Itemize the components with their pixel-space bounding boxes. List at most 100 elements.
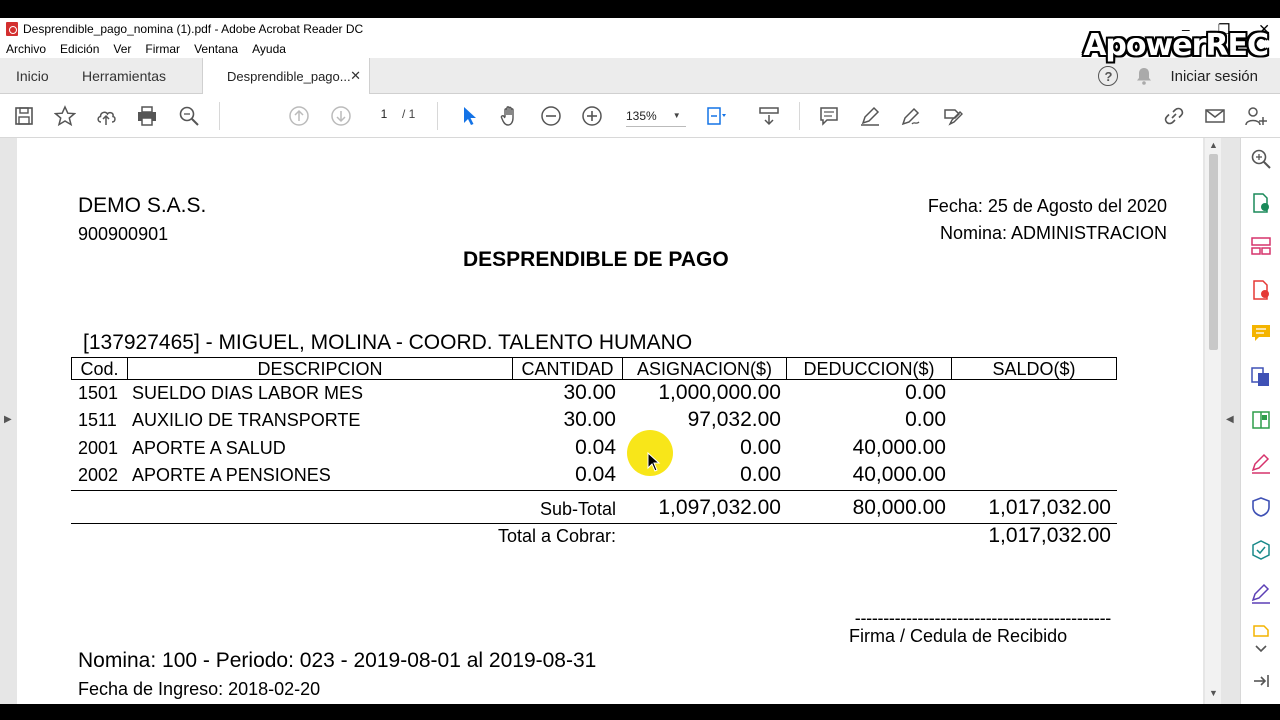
tools-pane: [1240, 138, 1280, 704]
zoom-in-icon[interactable]: [580, 104, 604, 128]
menu-archivo[interactable]: Archivo: [6, 42, 46, 56]
chevron-down-icon[interactable]: [1250, 638, 1272, 660]
row-4-qty: 0.04: [575, 463, 616, 486]
sign-in-link[interactable]: Iniciar sesión: [1170, 68, 1258, 85]
next-page-icon[interactable]: [329, 104, 353, 128]
add-user-icon[interactable]: [1244, 104, 1268, 128]
tab-home[interactable]: Inicio: [16, 58, 49, 94]
fill-sign-pane-icon[interactable]: [1250, 453, 1272, 475]
select-cursor-icon[interactable]: [457, 104, 481, 128]
tab-document-label: Desprendible_pago...: [227, 69, 351, 84]
issue-date: Fecha: 25 de Agosto del 2020: [927, 196, 1167, 216]
hand-tool-icon[interactable]: [498, 104, 522, 128]
row-4-desc: APORTE A PENSIONES: [132, 465, 331, 485]
subtotal-saldo: 1,017,032.00: [988, 496, 1111, 519]
pdf-page: DEMO S.A.S. 900900901 Fecha: 25 de Agost…: [17, 138, 1203, 704]
search-zoom-icon[interactable]: [1250, 148, 1272, 170]
scroll-up-icon[interactable]: ▲: [1209, 140, 1218, 150]
row-3-ded: 40,000.00: [852, 436, 946, 459]
window-title: Desprendible_pago_nomina (1).pdf - Adobe…: [23, 22, 364, 36]
save-icon[interactable]: [12, 104, 36, 128]
document-viewport[interactable]: ▶ DEMO S.A.S. 900900901 Fecha: 25 de Ago…: [0, 138, 1240, 704]
row-1-ded: 0.00: [905, 381, 946, 404]
signature-label: Firma / Cedula de Recibido: [849, 626, 1068, 646]
close-tab-icon[interactable]: ✕: [350, 68, 361, 84]
company-name: DEMO S.A.S.: [78, 194, 207, 217]
payroll-name: Nomina: ADMINISTRACION: [939, 223, 1167, 243]
payroll-period: Nomina: 100 - Periodo: 023 - 2019-08-01 …: [78, 649, 597, 672]
fill-sign-icon[interactable]: [941, 104, 965, 128]
total-value: 1,017,032.00: [988, 524, 1111, 547]
send-track-icon[interactable]: [1250, 539, 1272, 561]
rows-bottom-rule: [71, 490, 1117, 491]
page-total: / 1: [402, 107, 416, 121]
scroll-down-icon[interactable]: ▼: [1209, 688, 1218, 698]
menu-edicion[interactable]: Edición: [60, 42, 99, 56]
sign-icon[interactable]: [899, 104, 923, 128]
comment-pane-icon[interactable]: [1250, 322, 1272, 344]
tab-document[interactable]: Desprendible_pago... ✕: [202, 58, 370, 95]
row-4-ded: 40,000.00: [852, 463, 946, 486]
subtotal-label: Sub-Total: [539, 499, 616, 519]
bottom-black-band: [0, 704, 1280, 720]
create-pdf-icon[interactable]: [1250, 279, 1272, 301]
menu-ventana[interactable]: Ventana: [194, 42, 238, 56]
acrobat-window: Desprendible_pago_nomina (1).pdf - Adobe…: [0, 0, 1280, 720]
email-icon[interactable]: [1203, 104, 1227, 128]
fit-page-icon[interactable]: [704, 104, 728, 128]
subtotal-deduccion: 80,000.00: [852, 496, 946, 519]
document-title: DESPRENDIBLE DE PAGO: [463, 248, 729, 271]
edit-pdf-icon[interactable]: [1250, 409, 1272, 431]
page-number-input[interactable]: 1: [370, 107, 398, 125]
help-icon[interactable]: ?: [1098, 66, 1119, 86]
row-3-qty: 0.04: [575, 436, 616, 459]
left-pane-toggle-icon[interactable]: ▶: [4, 414, 12, 425]
row-1-asig: 1,000,000.00: [658, 381, 781, 404]
account-area: ? Iniciar sesión: [1098, 58, 1258, 94]
scroll-mode-icon[interactable]: [757, 104, 781, 128]
tab-bar: Inicio Herramientas Desprendible_pago...…: [0, 58, 1280, 95]
star-icon[interactable]: [53, 104, 77, 128]
row-4-asig: 0.00: [740, 463, 781, 486]
top-black-band: [0, 0, 1280, 18]
print-icon[interactable]: [135, 104, 159, 128]
col-header-descripcion: DESCRIPCION: [257, 359, 383, 379]
menu-ver[interactable]: Ver: [113, 42, 131, 56]
share-link-icon[interactable]: [1162, 104, 1186, 128]
cloud-upload-icon[interactable]: [94, 104, 118, 128]
row-4-cod: 2002: [78, 465, 119, 485]
scrollbar-thumb[interactable]: [1209, 154, 1218, 350]
subtotal-asignacion: 1,097,032.00: [658, 496, 781, 519]
zoom-select[interactable]: 135% ▼: [626, 105, 686, 127]
col-header-cantidad: CANTIDAD: [521, 359, 614, 379]
header-divider: [1116, 357, 1117, 380]
zoom-out-icon[interactable]: [539, 104, 563, 128]
row-2-desc: AUXILIO DE TRANSPORTE: [132, 410, 361, 430]
bell-icon[interactable]: [1136, 67, 1152, 85]
previous-page-icon[interactable]: [287, 104, 311, 128]
vertical-scrollbar[interactable]: ▲ ▼: [1205, 138, 1221, 704]
zoom-value: 135%: [626, 108, 657, 123]
highlight-pen-icon[interactable]: [858, 104, 882, 128]
find-icon[interactable]: [177, 104, 201, 128]
row-3-desc: APORTE A SALUD: [132, 438, 286, 458]
col-header-deduccion: DEDUCCION($): [803, 359, 935, 379]
right-pane-toggle-icon[interactable]: ◀: [1226, 414, 1234, 425]
collapse-pane-icon[interactable]: [1250, 670, 1272, 692]
combine-files-icon[interactable]: [1250, 366, 1272, 388]
recorder-watermark: ApowerREC: [1083, 28, 1269, 63]
certificate-sign-icon[interactable]: [1250, 583, 1272, 605]
row-1-desc: SUELDO DIAS LABOR MES: [132, 383, 364, 403]
comment-icon[interactable]: [817, 104, 841, 128]
mouse-cursor-icon: [647, 452, 661, 472]
row-2-asig: 97,032.00: [687, 408, 781, 431]
total-label: Total a Cobrar:: [497, 526, 616, 546]
protect-shield-icon[interactable]: [1250, 496, 1272, 518]
chevron-down-icon: ▼: [672, 111, 681, 120]
menu-firmar[interactable]: Firmar: [145, 42, 180, 56]
organize-pages-icon[interactable]: [1250, 235, 1272, 257]
menu-ayuda[interactable]: Ayuda: [252, 42, 286, 56]
tab-tools[interactable]: Herramientas: [82, 58, 166, 94]
export-pdf-icon[interactable]: [1250, 192, 1272, 214]
row-3-asig: 0.00: [740, 436, 781, 459]
